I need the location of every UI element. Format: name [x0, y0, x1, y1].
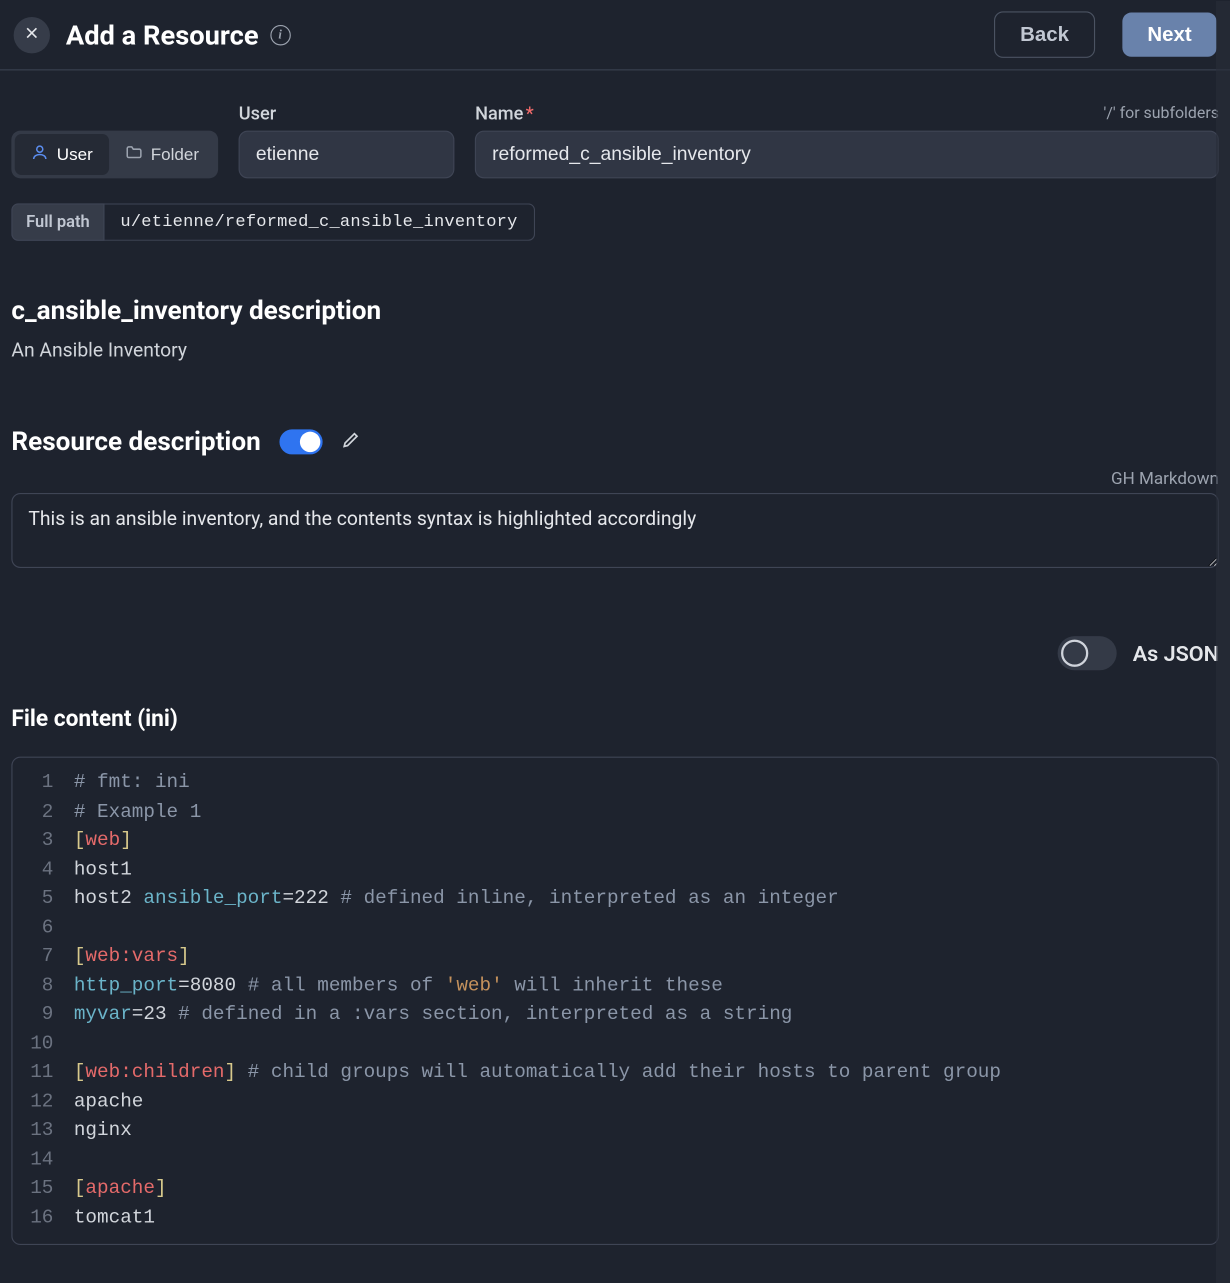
file-content-heading: File content (ini) [11, 704, 1219, 731]
name-field-label: Name* [475, 102, 534, 124]
code-line: 7[web:vars] [12, 943, 1217, 972]
full-path-value: u/etienne/reformed_c_ansible_inventory [104, 203, 534, 240]
code-line: 16tomcat1 [12, 1204, 1217, 1233]
full-path-label: Full path [11, 203, 104, 240]
next-button[interactable]: Next [1122, 12, 1216, 56]
resource-desc-textarea[interactable] [11, 493, 1219, 568]
code-line: 5host2 ansible_port=222 # defined inline… [12, 885, 1217, 914]
scrollbar[interactable] [1216, 1, 1230, 1283]
name-hint: '/' for subfolders [1104, 102, 1219, 122]
code-line: 9myvar=23 # defined in a :vars section, … [12, 1001, 1217, 1030]
code-line: 15[apache] [12, 1175, 1217, 1204]
modal-header: Add a Resource i Back Next [0, 0, 1230, 70]
code-line: 10 [12, 1030, 1217, 1059]
name-input[interactable] [475, 131, 1219, 179]
resource-desc-heading: Resource description [11, 426, 260, 457]
user-input[interactable] [239, 131, 455, 179]
code-line: 2# Example 1 [12, 798, 1217, 827]
as-json-label: As JSON [1133, 640, 1219, 666]
code-line: 1# fmt: ini [12, 769, 1217, 798]
code-line: 3[web] [12, 827, 1217, 856]
pencil-icon[interactable] [340, 429, 360, 454]
user-icon [31, 143, 49, 166]
inventory-desc-heading: c_ansible_inventory description [11, 295, 1219, 326]
info-icon[interactable]: i [270, 24, 290, 44]
folder-icon [125, 143, 143, 166]
close-button[interactable] [14, 16, 50, 52]
scope-user-label: User [57, 145, 93, 164]
scope-folder-label: Folder [151, 145, 199, 164]
page-title-text: Add a Resource [66, 19, 259, 51]
code-line: 8http_port=8080 # all members of 'web' w… [12, 972, 1217, 1001]
markdown-hint: GH Markdown [11, 468, 1219, 488]
code-line: 4host1 [12, 856, 1217, 885]
back-button[interactable]: Back [994, 11, 1095, 58]
code-editor[interactable]: 1# fmt: ini2# Example 13[web]4host15host… [11, 757, 1219, 1245]
close-icon [24, 25, 40, 44]
inventory-desc-text: An Ansible Inventory [11, 340, 1219, 363]
scope-segmented-control: User Folder [11, 131, 218, 179]
code-line: 6 [12, 914, 1217, 943]
as-json-toggle[interactable] [1058, 636, 1117, 670]
code-line: 11[web:children] # child groups will aut… [12, 1059, 1217, 1088]
resource-desc-toggle[interactable] [279, 429, 322, 454]
scope-user-tab[interactable]: User [15, 134, 109, 175]
scope-folder-tab[interactable]: Folder [109, 134, 215, 175]
code-line: 14 [12, 1146, 1217, 1175]
user-field-label: User [239, 102, 455, 124]
page-title: Add a Resource i [66, 19, 290, 51]
code-line: 13nginx [12, 1117, 1217, 1146]
code-line: 12apache [12, 1088, 1217, 1117]
